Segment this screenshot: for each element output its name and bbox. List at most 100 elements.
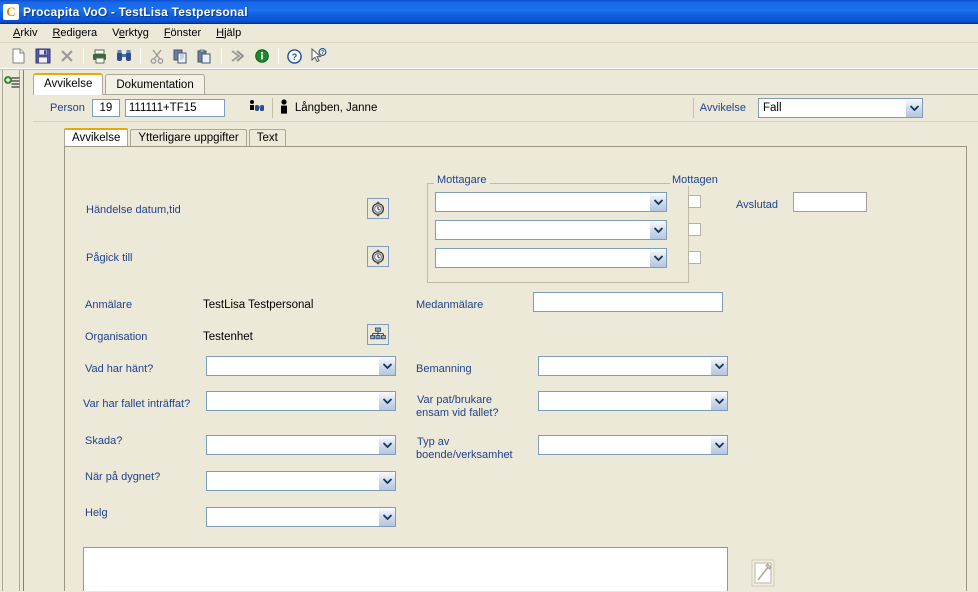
inner-tab-avvikelse[interactable]: Avvikelse [64,128,129,147]
avslutad-input[interactable] [793,192,867,212]
chevron-down-icon[interactable] [378,508,395,526]
cut-scissors-icon[interactable] [145,45,168,67]
mottagen-checkbox-1[interactable] [688,195,701,208]
org-tree-icon[interactable] [367,324,389,345]
toolbar-separator [140,48,141,64]
side-rail [0,70,24,591]
menu-item-hjalp[interactable]: Hjälp [209,25,249,41]
inner-tab-bar: Avvikelse Ytterligare uppgifter Text [64,128,288,147]
print-icon[interactable] [88,45,111,67]
deviation-dropdown-value: Fall [763,102,782,114]
outer-tab-label: Avvikelse [44,78,93,90]
save-icon[interactable] [31,45,54,67]
helg-dropdown[interactable] [206,507,396,527]
find-person-icon[interactable] [248,99,266,117]
clock-picker-icon[interactable] [367,246,389,267]
inner-tab-label: Avvikelse [72,132,121,144]
context-help-icon[interactable]: ? [307,45,330,67]
menu-item-arkiv[interactable]: AArkivrkiv [6,25,45,41]
chevron-down-icon[interactable] [378,436,395,454]
deviation-dropdown[interactable]: Fall [758,98,923,118]
new-document-icon[interactable] [7,45,30,67]
inner-tab-text[interactable]: Text [248,129,286,147]
skada-label: Skada? [85,435,123,447]
mottagare-group-label: Mottagare [434,174,490,186]
skada-dropdown[interactable] [206,435,396,455]
bemanning-dropdown[interactable] [538,356,728,376]
forward-arrows-icon[interactable] [226,45,249,67]
mottagen-checkbox-2[interactable] [688,223,701,236]
anmalare-value: TestLisa Testpersonal [203,299,314,311]
vad-har-hant-dropdown[interactable] [206,356,396,376]
chevron-down-icon[interactable] [905,99,922,117]
copy-icon[interactable] [169,45,192,67]
chevron-down-icon[interactable] [710,392,727,410]
organisation-value: Testenhet [203,331,253,343]
chevron-down-icon[interactable] [378,357,395,375]
app-body: Avvikelse Dokumentation Person 19 111111… [0,70,978,591]
paste-icon[interactable] [193,45,216,67]
svg-text:?: ? [321,50,324,56]
helg-label: Helg [85,507,108,519]
typ-av-boende-label-line2: boende/verksamhet [416,449,513,461]
var-har-fallet-intraffat-dropdown[interactable] [206,391,396,411]
menu-item-verktyg[interactable]: Verktyg [105,25,157,41]
avslutad-label: Avslutad [736,199,778,211]
toolbar-separator [221,48,222,64]
chevron-down-icon[interactable] [649,193,666,211]
window-titlebar: C Procapita VoO - TestLisa Testpersonal [0,0,978,24]
outer-tab-dokumentation[interactable]: Dokumentation [105,74,205,95]
outer-tab-label: Dokumentation [116,79,194,91]
find-binoculars-icon[interactable] [112,45,135,67]
menubar: AArkivrkiv Redigera Verktyg Fönster Hjäl… [0,24,978,43]
handelse-datum-label: Händelse datum,tid [86,204,181,216]
person-name: Långben, Janne [294,102,378,114]
nar-pa-dygnet-dropdown[interactable] [206,471,396,491]
help-icon[interactable]: ? [283,45,306,67]
inner-tab-label: Text [256,132,278,144]
deviation-selector-group: Avvikelse Fall [687,98,978,118]
medanmalare-label: Medanmälare [416,299,484,311]
chevron-down-icon[interactable] [649,249,666,267]
edit-note-icon[interactable] [749,557,777,587]
person-bar: Person Långben, Janne [33,95,978,122]
organisation-label: Organisation [85,331,148,343]
notes-textarea[interactable] [83,547,728,591]
mottagen-label: Mottagen [670,174,720,186]
var-har-fallet-intraffat-label: Var har fallet inträffat? [83,398,191,410]
mottagare-dropdown-2[interactable] [435,220,667,240]
window-title: Procapita VoO - TestLisa Testpersonal [23,4,248,19]
mottagare-dropdown-1[interactable] [435,192,667,212]
medanmalare-input[interactable] [533,292,723,312]
typ-av-boende-label-line1: Typ av [417,436,450,448]
chevron-down-icon[interactable] [378,392,395,410]
person-bar-separator [692,98,694,118]
var-pat-ensam-dropdown[interactable] [538,391,728,411]
clock-picker-icon[interactable] [367,198,389,219]
mottagare-dropdown-3[interactable] [435,248,667,268]
chevron-down-icon[interactable] [710,436,727,454]
chevron-down-icon[interactable] [710,357,727,375]
person-icon [279,98,289,118]
person-id-input[interactable] [124,99,225,117]
form-area: Avvikelse Ytterligare uppgifter Text Hän… [33,128,978,591]
outer-tab-avvikelse[interactable]: Avvikelse [33,73,104,95]
typ-av-boende-dropdown[interactable] [538,435,728,455]
toolbar-separator [278,48,279,64]
side-rail-panel [2,70,20,591]
inner-tab-label: Ytterligare uppgifter [138,132,239,144]
delete-icon[interactable] [55,45,78,67]
chevron-down-icon[interactable] [649,221,666,239]
menu-item-redigera[interactable]: Redigera [45,25,105,41]
mottagen-checkbox-3[interactable] [688,251,701,264]
menu-item-fonster[interactable]: Fönster [157,25,209,41]
chevron-down-icon[interactable] [378,472,395,490]
bemanning-label: Bemanning [416,363,472,375]
person-bar-separator [271,98,273,118]
toolbar: ? ? [0,43,978,70]
person-number-input[interactable] [91,99,120,117]
info-icon[interactable] [250,45,273,67]
add-to-list-icon[interactable] [4,76,20,93]
vad-har-hant-label: Vad har hänt? [85,363,154,375]
inner-tab-ytterligare-uppgifter[interactable]: Ytterligare uppgifter [130,129,247,147]
